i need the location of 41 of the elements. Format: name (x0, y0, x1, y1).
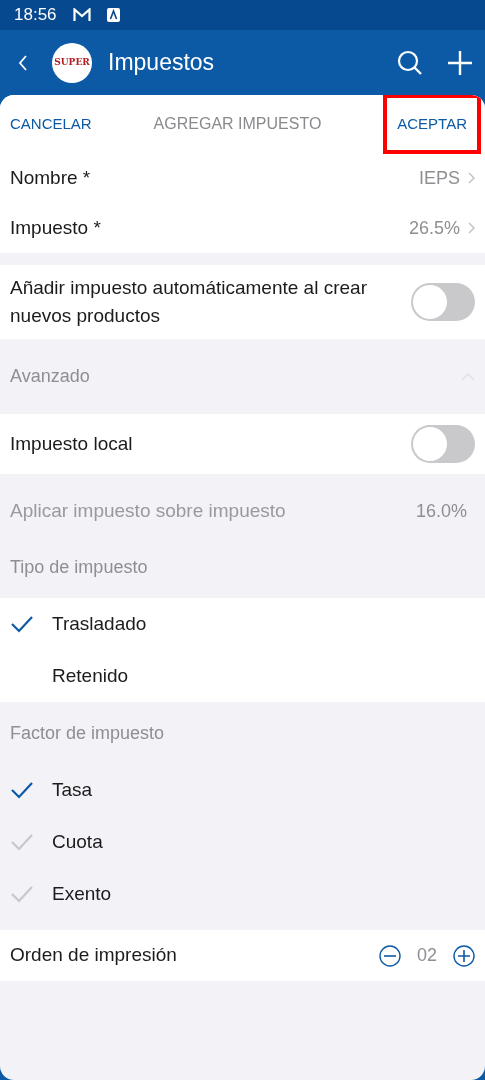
option-label: Cuota (52, 829, 103, 854)
search-icon (397, 49, 423, 76)
setting-value: 16.0% (415, 499, 467, 523)
field-label: Nombre * (10, 165, 92, 190)
section-header: Tipo de impuesto (10, 555, 148, 579)
section-header: Avanzado (10, 365, 90, 388)
search-button[interactable] (397, 49, 423, 76)
app-logo: SUPER (52, 42, 92, 83)
app-notification-icon (106, 8, 120, 22)
option-label: Trasladado (52, 611, 147, 636)
setting-label: Aplicar impuesto sobre impuesto (10, 498, 287, 523)
field-label: Impuesto * (10, 215, 102, 240)
field-value: IEPS (418, 166, 460, 190)
minus-icon (378, 945, 401, 968)
option-label: Exento (52, 881, 112, 906)
option-label: Tasa (52, 777, 93, 802)
form-row[interactable]: Nombre * IEPS (0, 153, 485, 203)
increment-button[interactable] (453, 943, 475, 968)
form-row[interactable]: Impuesto * 26.5% (0, 203, 485, 253)
status-time: 18:56 (14, 4, 57, 27)
plus-icon (447, 49, 473, 76)
plus-icon (453, 945, 475, 968)
accept-button[interactable]: ACEPTAR (397, 113, 467, 136)
toggle-switch[interactable] (411, 283, 475, 321)
decrement-button[interactable] (378, 943, 401, 968)
screen-title: Impuestos (108, 48, 216, 78)
section-header: Factor de impuesto (10, 721, 165, 745)
chevron-right-icon (468, 172, 475, 184)
chevron-right-icon (468, 222, 475, 234)
add-button[interactable] (447, 49, 473, 76)
back-icon (18, 54, 28, 73)
stepper-value: 02 (416, 944, 437, 967)
sheet-title: AGREGAR IMPUESTO (153, 114, 322, 134)
field-value: 26.5% (408, 216, 460, 240)
cancel-button[interactable]: CANCELAR (10, 112, 92, 136)
setting-label: Añadir impuesto automáticamente al crear nuevos productos (10, 275, 368, 328)
option-label: Retenido (52, 663, 129, 688)
setting-label: Orden de impresión (10, 943, 178, 968)
setting-label: Impuesto local (10, 431, 134, 456)
toggle-switch[interactable] (411, 425, 475, 463)
mail-icon (72, 8, 91, 22)
